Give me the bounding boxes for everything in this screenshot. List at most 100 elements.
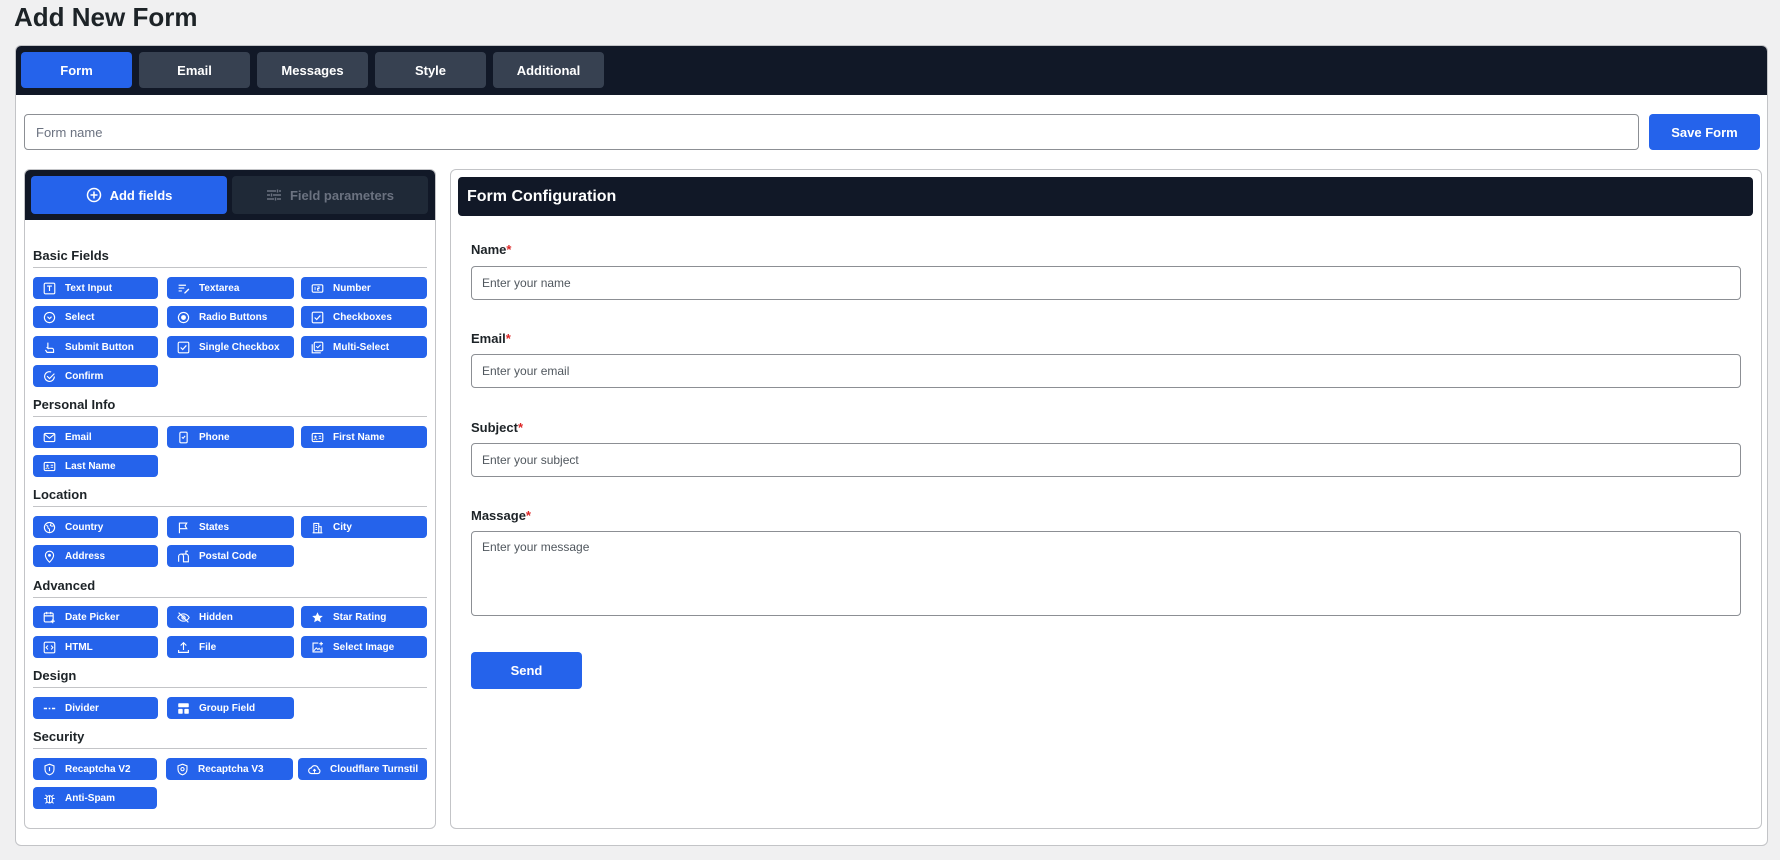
field-label: Country	[65, 521, 104, 533]
label-text: Subject	[471, 420, 518, 435]
tab-additional[interactable]: Additional	[493, 52, 604, 88]
field-number[interactable]: Number	[301, 277, 427, 299]
sliders-icon	[266, 189, 281, 201]
field-radio-buttons[interactable]: Radio Buttons	[167, 306, 294, 328]
required-mark: *	[505, 331, 511, 346]
field-city[interactable]: City	[301, 516, 427, 538]
radio-icon	[177, 311, 190, 324]
field-text-input[interactable]: Text Input	[33, 277, 158, 299]
message-textarea[interactable]	[471, 531, 1741, 616]
field-label: Divider	[65, 702, 99, 714]
subject-label: Subject*	[471, 420, 523, 435]
shield-icon	[43, 763, 56, 776]
tab-style[interactable]: Style	[375, 52, 486, 88]
section-divider	[33, 267, 427, 268]
mailbox-icon	[177, 550, 190, 563]
number-icon	[311, 282, 324, 295]
section-divider	[33, 506, 427, 507]
page-title: Add New Form	[14, 2, 198, 32]
field-phone[interactable]: Phone	[167, 426, 294, 448]
checkbox-icon	[177, 341, 190, 354]
tab-messages[interactable]: Messages	[257, 52, 368, 88]
field-single-checkbox[interactable]: Single Checkbox	[167, 336, 294, 358]
pointer-icon	[43, 341, 56, 354]
field-cloudflare-turnstile[interactable]: Cloudflare Turnstil	[298, 758, 427, 780]
field-recaptcha-v3[interactable]: Recaptcha V3	[166, 758, 293, 780]
divider-icon	[43, 702, 56, 715]
section-divider	[33, 597, 427, 598]
email-input[interactable]	[471, 354, 1741, 388]
required-mark: *	[517, 420, 524, 435]
field-multi-select[interactable]: Multi-Select	[301, 336, 427, 358]
message-label: Massage*	[471, 508, 531, 523]
field-group-field[interactable]: Group Field	[167, 697, 294, 719]
form-name-input[interactable]	[24, 114, 1639, 150]
field-label: Checkboxes	[333, 311, 392, 323]
subject-input[interactable]	[471, 443, 1741, 477]
id-card-icon	[311, 431, 324, 444]
field-label: Hidden	[199, 611, 233, 623]
field-label: File	[199, 641, 217, 653]
section-title-personal: Personal Info	[33, 397, 116, 412]
field-confirm[interactable]: Confirm	[33, 365, 158, 387]
textarea-icon	[177, 282, 190, 295]
select-icon	[43, 311, 56, 324]
required-mark: *	[525, 508, 531, 523]
section-divider	[33, 687, 427, 688]
image-plus-icon	[311, 641, 324, 654]
flag-icon	[177, 521, 190, 534]
field-select-image[interactable]: Select Image	[301, 636, 427, 658]
tab-email[interactable]: Email	[139, 52, 250, 88]
field-anti-spam[interactable]: Anti-Spam	[33, 787, 157, 809]
save-form-button[interactable]: Save Form	[1649, 114, 1760, 150]
field-label: Single Checkbox	[199, 341, 280, 353]
field-postal-code[interactable]: Postal Code	[167, 545, 294, 567]
field-hidden[interactable]: Hidden	[167, 606, 294, 628]
field-label: Cloudflare Turnstil	[330, 763, 419, 775]
section-title-location: Location	[33, 487, 88, 502]
field-label: Group Field	[199, 702, 256, 714]
field-email[interactable]: Email	[33, 426, 158, 448]
field-recaptcha-v2[interactable]: Recaptcha V2	[33, 758, 157, 780]
add-fields-button[interactable]: Add fields	[31, 176, 227, 214]
field-select[interactable]: Select	[33, 306, 158, 328]
field-submit-button[interactable]: Submit Button	[33, 336, 158, 358]
section-title-advanced: Advanced	[33, 578, 96, 593]
field-divider[interactable]: Divider	[33, 697, 158, 719]
section-title-basic: Basic Fields	[33, 248, 109, 263]
send-button[interactable]: Send	[471, 652, 582, 689]
field-states[interactable]: States	[167, 516, 294, 538]
id-card-icon	[43, 460, 56, 473]
field-label: Number	[333, 282, 371, 294]
label-text: Name	[471, 242, 507, 257]
form-configuration-header: Form Configuration	[458, 177, 1753, 216]
star-icon	[311, 611, 324, 624]
code-icon	[43, 641, 56, 654]
field-address[interactable]: Address	[33, 545, 158, 567]
field-label: Email	[65, 431, 92, 443]
field-country[interactable]: Country	[33, 516, 158, 538]
field-label: Radio Buttons	[199, 311, 268, 323]
field-label: Anti-Spam	[65, 792, 115, 804]
field-parameters-button[interactable]: Field parameters	[232, 176, 428, 214]
field-file[interactable]: File	[167, 636, 294, 658]
field-html[interactable]: HTML	[33, 636, 158, 658]
name-input[interactable]	[471, 266, 1741, 300]
field-star-rating[interactable]: Star Rating	[301, 606, 427, 628]
text-input-icon	[43, 282, 56, 295]
field-last-name[interactable]: Last Name	[33, 455, 158, 477]
phone-icon	[177, 431, 190, 444]
field-date-picker[interactable]: Date Picker	[33, 606, 158, 628]
confirm-icon	[43, 370, 56, 383]
field-textarea[interactable]: Textarea	[167, 277, 294, 299]
field-checkboxes[interactable]: Checkboxes	[301, 306, 427, 328]
mail-icon	[43, 431, 56, 444]
field-first-name[interactable]: First Name	[301, 426, 427, 448]
plus-circle-icon	[86, 187, 101, 203]
tab-form[interactable]: Form	[21, 52, 132, 88]
section-title-security: Security	[33, 729, 85, 744]
field-label: HTML	[65, 641, 93, 653]
bug-icon	[43, 792, 56, 805]
building-icon	[311, 521, 324, 534]
field-label: Confirm	[65, 370, 104, 382]
